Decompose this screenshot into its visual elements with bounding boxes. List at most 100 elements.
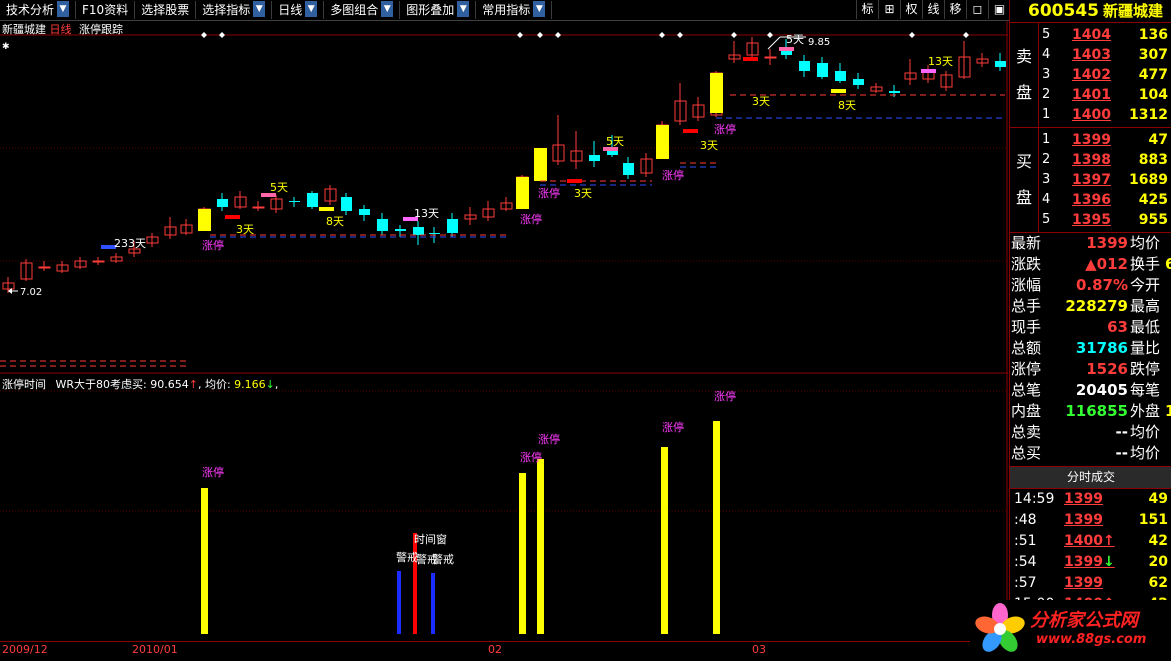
sells-row[interactable]: 4 1403 307 — [1040, 45, 1171, 65]
toolbar-item-4[interactable]: 日线 ▼ — [272, 1, 325, 19]
signal-marker — [921, 69, 936, 73]
stat-key: 总买 — [1011, 444, 1042, 462]
buys-row[interactable]: 3 1397 1689 — [1040, 170, 1171, 190]
chevron-down-icon[interactable]: ▼ — [305, 1, 318, 17]
sells-row[interactable]: 1 1400 1312 — [1040, 105, 1171, 125]
buys-p: 1397 — [1072, 172, 1111, 188]
tick-price: 1399 — [1064, 510, 1103, 531]
candle-body — [995, 61, 1006, 67]
toolbar-item-6[interactable]: 图形叠加 ▼ — [400, 1, 477, 19]
toolbar-item-7[interactable]: 常用指标 ▼ — [476, 1, 553, 19]
tick-row[interactable]: :48 1399 151 — [1010, 510, 1171, 531]
toolbar-item-label: 日线 — [278, 3, 303, 17]
period-label: 日线 — [49, 23, 72, 36]
buys-row[interactable]: 2 1398 883 — [1040, 150, 1171, 170]
toolbar-item-5[interactable]: 多图组合 ▼ — [324, 1, 401, 19]
stat-key2: 跌停 — [1130, 360, 1161, 378]
toolbar-right-button[interactable]: ▣ — [988, 0, 1010, 19]
buy-label: 盘 — [1015, 188, 1032, 207]
wr-label: WR大于80考虑买: — [55, 378, 151, 391]
stat-row: 现手 63 最低 — [1010, 317, 1171, 338]
tick-row[interactable]: :51 1400↑ 42 — [1010, 531, 1171, 552]
toolbar-right-button[interactable]: 线 — [922, 0, 944, 19]
tick-tab[interactable]: 分时成交 — [1010, 466, 1171, 489]
candle-body — [252, 206, 265, 209]
watermark-title: 分析家公式网 — [1030, 610, 1138, 631]
down-arrow-icon: ↓ — [1102, 554, 1115, 570]
candle-body — [307, 193, 318, 207]
sub-bar — [431, 573, 435, 634]
kline-chart[interactable]: ✱ 233天 5天 3天 8天 13天 5天 3天 3天 3天 8天 13天 5天 9.85 7.02 涨停涨… — [0, 21, 1008, 641]
stat-key2: 最低 — [1130, 318, 1161, 336]
chart-canvas[interactable]: ✱233天5天3天8天13天5天3天3天3天 8天13天5天 9.857.02涨停涨… — [0, 21, 1008, 641]
stock-code-bar[interactable]: 600545 新疆城建 — [1010, 0, 1171, 23]
limit-up-label: 涨停 — [714, 122, 736, 136]
toolbar-right-button[interactable]: 标 — [856, 0, 878, 19]
toolbar-item-2[interactable]: 选择股票 — [135, 1, 197, 19]
chevron-down-icon[interactable]: ▼ — [533, 1, 546, 17]
buys-row[interactable]: 4 1396 425 — [1040, 190, 1171, 210]
toolbar-item-1[interactable]: F10资料 — [76, 1, 136, 19]
high-price-label: 9.85 — [808, 37, 830, 48]
sub-indicator-name: 涨停时间 — [2, 378, 46, 391]
sub-bar — [413, 533, 417, 634]
buys-row[interactable]: 1 1399 47 — [1040, 130, 1171, 150]
toolbar-item-label: 多图组合 — [330, 3, 379, 17]
chevron-down-icon[interactable]: ▼ — [57, 1, 70, 17]
stat-value2: 6 — [1165, 255, 1171, 273]
sells-row[interactable]: 3 1402 477 — [1040, 65, 1171, 85]
toolbar-item-0[interactable]: 技术分析 ▼ — [0, 1, 77, 19]
candle-body — [289, 201, 300, 202]
chevron-down-icon[interactable]: ▼ — [457, 1, 470, 17]
tick-list[interactable]: 14:59 1399 49 :48 1399 151 :51 1400↑ 42:54 1399↓ 2… — [1010, 489, 1171, 615]
candle-body — [799, 61, 810, 71]
tick-row[interactable]: 14:59 1399 49 — [1010, 489, 1171, 510]
toolbar-right-button[interactable]: ◻ — [966, 0, 988, 19]
sells-v: 1312 — [1129, 107, 1168, 123]
stat-key: 现手 — [1011, 318, 1042, 336]
buys-row[interactable]: 5 1395 955 — [1040, 210, 1171, 230]
tick-volume: 151 — [1138, 512, 1168, 528]
sub-header-end: , — [274, 378, 279, 391]
candle-body — [764, 56, 777, 59]
tick-price-value: 1399 — [1064, 512, 1103, 528]
sells-p: 1403 — [1072, 47, 1111, 63]
sells-v: 307 — [1138, 47, 1168, 63]
top-diamond-icon — [963, 32, 969, 38]
sells-n: 3 — [1042, 67, 1051, 82]
chevron-down-icon[interactable]: ▼ — [381, 1, 394, 17]
sell-side-label: 卖 盘 — [1010, 23, 1039, 127]
tick-row[interactable]: :54 1399↓ 20 — [1010, 552, 1171, 573]
days-label: 13天 — [928, 55, 953, 68]
tick-row[interactable]: :57 1399 62 — [1010, 573, 1171, 594]
chart-header: 新疆城建 日线 涨停跟踪 — [2, 21, 123, 37]
stat-value: 228279 — [1065, 297, 1128, 315]
top-diamond-icon — [731, 32, 737, 38]
top-diamond-icon — [677, 32, 683, 38]
sub-limit-up-label: 涨停 — [538, 432, 560, 446]
tick-time: :48 — [1014, 512, 1037, 528]
sells-n: 1 — [1042, 107, 1051, 122]
sells-row[interactable]: 2 1401 104 — [1040, 85, 1171, 105]
stat-key: 涨幅 — [1011, 276, 1042, 294]
toolbar-right-button[interactable]: ⊞ — [878, 0, 900, 19]
toolbar-item-3[interactable]: 选择指标 ▼ — [196, 1, 273, 19]
toolbar-right-button[interactable]: 移 — [944, 0, 966, 19]
top-diamond-icon — [201, 32, 207, 38]
tick-time: :51 — [1014, 533, 1037, 549]
candle-body — [92, 260, 105, 263]
candle-body — [835, 71, 846, 81]
stat-key: 最新 — [1011, 234, 1042, 252]
stat-key: 总额 — [1011, 339, 1042, 357]
candle-body — [217, 199, 228, 207]
toolbar-right-button[interactable]: 权 — [900, 0, 922, 19]
tick-volume: 49 — [1148, 491, 1168, 507]
chevron-down-icon[interactable]: ▼ — [253, 1, 266, 17]
candle-body — [341, 197, 352, 211]
limit-up-label: 涨停 — [662, 168, 684, 182]
top-diamond-icon — [909, 32, 915, 38]
toolbar-item-label: 图形叠加 — [406, 3, 455, 17]
sells-row[interactable]: 5 1404 136 — [1040, 25, 1171, 45]
limit-up-candle — [710, 73, 723, 113]
limit-up-label: 涨停 — [538, 186, 560, 200]
